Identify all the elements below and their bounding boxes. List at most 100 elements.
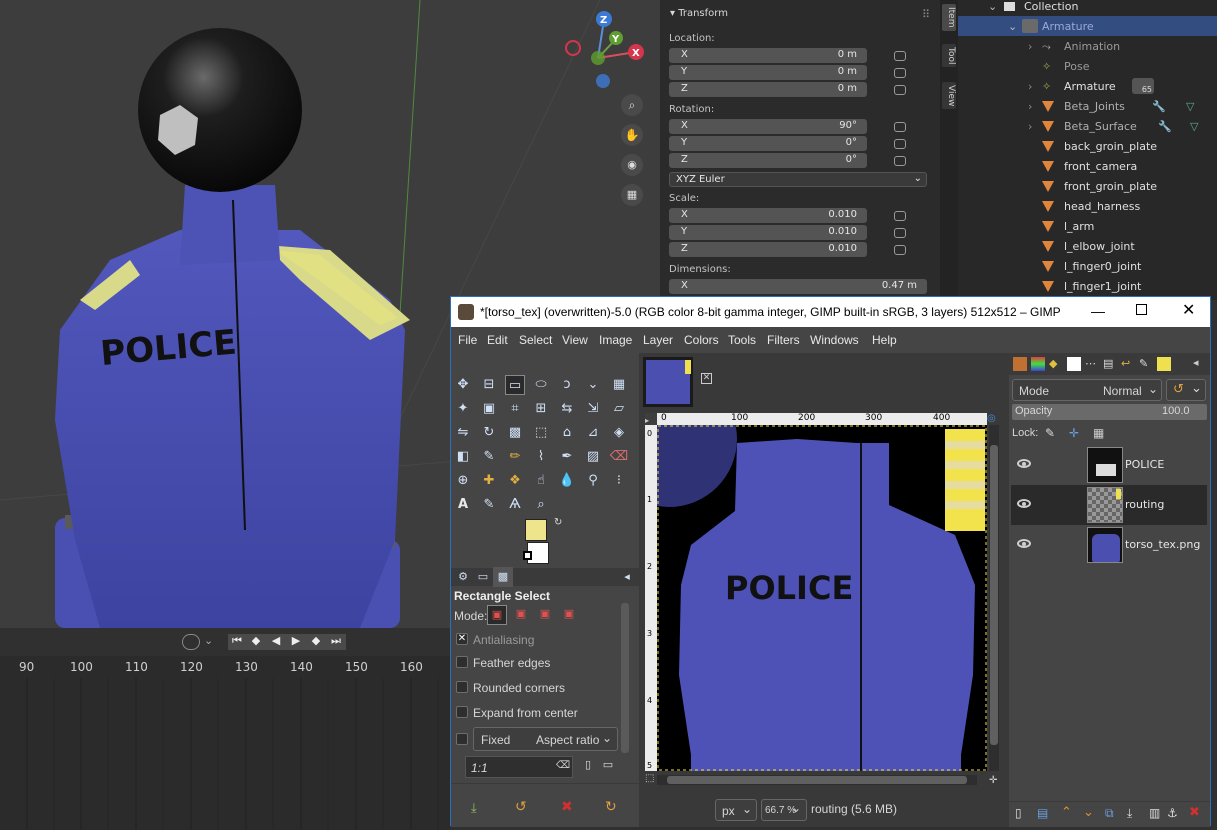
layers-tab-icon[interactable] [1013, 357, 1027, 371]
tab-item[interactable]: Item [942, 4, 956, 31]
ink-tool-icon[interactable]: ✒ [557, 447, 577, 467]
lock-pixels-icon[interactable]: ✎ [1045, 426, 1055, 440]
layer-mode-select[interactable]: Mode Normal ⌄ [1012, 379, 1162, 401]
rotation-y-field[interactable]: Y 0° [669, 136, 867, 151]
perspective-tool-icon[interactable]: ⊿ [583, 423, 603, 443]
tool-options-scrollbar[interactable] [621, 603, 629, 753]
antialiasing-checkbox[interactable]: ✕ [456, 633, 468, 645]
transform-header[interactable]: ▾ Transform [670, 8, 728, 19]
layer-row[interactable]: POLICE [1011, 445, 1207, 485]
smudge-tool-icon[interactable]: ☝ [531, 471, 551, 491]
color-picker-tool-icon[interactable]: ⁝ [609, 471, 629, 491]
lock-icon[interactable] [894, 245, 906, 255]
rotate-tool-icon[interactable]: ↻ [479, 423, 499, 443]
paths-tab-icon[interactable]: ◆ [1049, 357, 1063, 371]
shear-tool-icon[interactable]: ▱ [609, 399, 629, 419]
fixed-mode-select[interactable]: Fixed Aspect ratio ⌄ [473, 727, 618, 751]
outliner-row-animation[interactable]: › ⤳ Animation [958, 36, 1217, 56]
mode-add-icon[interactable]: ▣ [511, 605, 531, 625]
mask-icon[interactable]: ▥ [1149, 806, 1160, 820]
airbrush-tool-icon[interactable]: ⌇ [531, 447, 551, 467]
delete-layer-icon[interactable]: ✖ [1189, 805, 1200, 820]
ratio-input[interactable]: 1:1 ⌫ [465, 756, 573, 778]
pan-hand-icon[interactable]: ✋ [621, 124, 643, 146]
clone-tool-icon[interactable]: ⊕ [453, 471, 473, 491]
tab-menu-icon[interactable]: ◂ [617, 567, 637, 587]
paintbrush-tool-icon[interactable]: ✎ [479, 447, 499, 467]
outliner-row-armature-data[interactable]: › ✧ Armature 65 [958, 76, 1217, 96]
horizontal-ruler[interactable]: 0 100 200 300 400 [657, 413, 987, 425]
menu-help[interactable]: Help [872, 333, 897, 347]
lock-alpha-icon[interactable]: ▦ [1093, 426, 1104, 440]
tab-tool[interactable]: Tool [942, 44, 956, 68]
magic-wand-tool-icon[interactable]: ✦ [453, 399, 473, 419]
jump-end-icon[interactable]: ⏭ [326, 634, 346, 650]
undo-history-tab-icon[interactable]: ↩ [1121, 357, 1135, 371]
outliner-row-collection[interactable]: ⌄ Collection [958, 0, 1217, 16]
colormap-tab-icon[interactable] [1067, 357, 1081, 371]
gimp-canvas-area[interactable]: ✕ ▸ 0 100 200 300 400 0 1 2 3 4 5 ◎ POLI… [639, 353, 1009, 827]
outliner-row-l-finger0-joint[interactable]: l_finger0_joint [958, 256, 1217, 276]
paint-select-tool-icon[interactable]: ◈ [609, 423, 629, 443]
select-by-color-tool-icon[interactable]: ▦ [609, 375, 629, 395]
ellipse-select-tool-icon[interactable]: ⬭ [531, 375, 551, 395]
bucket-fill-tool-icon[interactable]: ⌂ [557, 423, 577, 443]
blur-tool-icon[interactable]: 💧 [557, 471, 577, 491]
quick-mask-corner-icon[interactable]: ▸ [645, 413, 657, 425]
lower-layer-icon[interactable]: ⌄ [1083, 805, 1094, 820]
outliner-row-l-finger1-joint[interactable]: l_finger1_joint [958, 276, 1217, 296]
outliner-row-armature[interactable]: ⌄ Armature [958, 16, 1217, 36]
reset-options-icon[interactable]: ↻ [605, 799, 617, 815]
tab-menu-icon[interactable]: ◂ [1193, 356, 1199, 369]
device-status-tab-icon[interactable]: ▭ [473, 567, 493, 587]
eye-icon[interactable] [1017, 459, 1031, 468]
foreground-color-swatch[interactable] [525, 519, 547, 541]
measure-tool-icon[interactable]: Ѧ [505, 495, 525, 515]
outliner-row-front-camera[interactable]: front_camera [958, 156, 1217, 176]
location-y-field[interactable]: Y 0 m [669, 65, 867, 80]
outliner-row-l-arm[interactable]: l_arm [958, 216, 1217, 236]
rounded-corners-checkbox[interactable] [456, 681, 468, 693]
location-z-field[interactable]: Z 0 m [669, 82, 867, 97]
horizontal-scrollbar[interactable] [657, 775, 977, 785]
landscape-icon[interactable]: ▭ [600, 758, 616, 774]
layer-row[interactable]: torso_tex.png [1011, 525, 1207, 565]
outliner-row-head-harness[interactable]: head_harness [958, 196, 1217, 216]
tab-view[interactable]: View [942, 82, 956, 110]
menu-file[interactable]: File [458, 333, 477, 347]
new-layer-icon[interactable]: ▯ [1015, 806, 1022, 820]
dodge-burn-tool-icon[interactable]: ⚲ [583, 471, 603, 491]
menu-windows[interactable]: Windows [810, 333, 859, 347]
eraser-tool-icon[interactable]: ⌫ [609, 447, 629, 467]
flip-tool-icon[interactable]: ⇋ [453, 423, 473, 443]
prev-keyframe-icon[interactable]: ◆ [246, 634, 266, 650]
default-colors-icon[interactable] [523, 551, 532, 560]
jump-start-icon[interactable]: ⏮ [228, 634, 246, 650]
zoom-tool-icon[interactable]: ⌕ [531, 495, 551, 515]
channels-tab-icon[interactable] [1031, 357, 1045, 371]
outliner-row-beta-joints[interactable]: › Beta_Joints 🔧 ▽ [958, 96, 1217, 116]
layer-row[interactable]: routing [1011, 485, 1207, 525]
menu-select[interactable]: Select [519, 333, 552, 347]
next-keyframe-icon[interactable]: ◆ [306, 634, 326, 650]
zoom-icon[interactable]: ⌕ [621, 94, 643, 116]
menu-layer[interactable]: Layer [643, 333, 673, 347]
fuzzy-select-tool-icon[interactable]: ⌄ [583, 375, 603, 395]
mode-intersect-icon[interactable]: ▣ [559, 605, 579, 625]
lock-icon[interactable] [894, 211, 906, 221]
vertical-scrollbar[interactable] [989, 425, 999, 771]
image-canvas[interactable]: POLICE [657, 425, 987, 771]
play-reverse-icon[interactable]: ◀ [266, 634, 286, 650]
timeline-editor[interactable]: ⌄ ⏮ ◆ ◀ ▶ ◆ ⏭ 90 100 110 120 130 140 150… [0, 628, 450, 830]
rotation-mode-select[interactable]: XYZ Euler ⌄ [669, 172, 927, 187]
scale-tool-icon[interactable]: ⇲ [583, 399, 603, 419]
clear-icon[interactable]: ⌫ [556, 760, 570, 771]
menu-filters[interactable]: Filters [767, 333, 800, 347]
restore-options-icon[interactable]: ↺ [515, 799, 527, 815]
menu-image[interactable]: Image [599, 333, 632, 347]
scale-y-field[interactable]: Y 0.010 [669, 225, 867, 240]
free-select-tool-icon[interactable]: ↄ [557, 375, 577, 395]
chevron-down-icon[interactable]: ⌄ [204, 634, 213, 647]
warp-transform-tool-icon[interactable]: ⇆ [557, 399, 577, 419]
close-icon[interactable]: ✕ [1182, 300, 1195, 320]
